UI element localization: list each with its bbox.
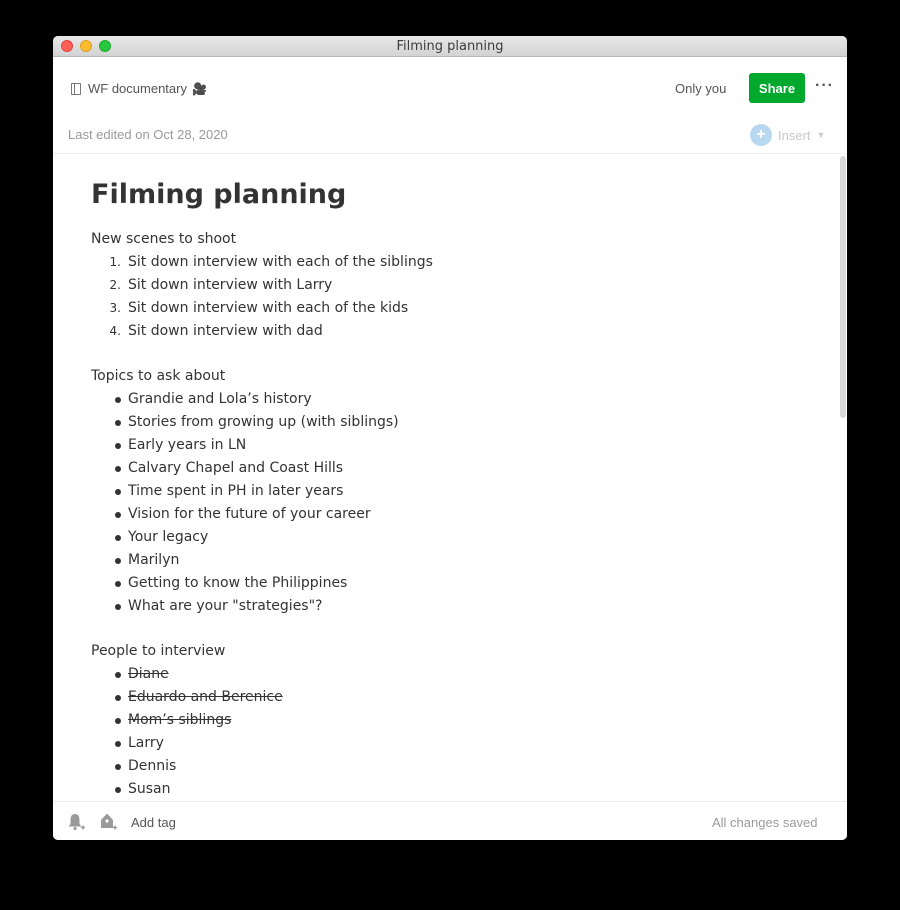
bulleted-list-item[interactable]: Calvary Chapel and Coast Hills	[91, 457, 791, 480]
bullet-icon	[115, 512, 121, 518]
close-window-button[interactable]	[61, 40, 73, 52]
list-item-text: Sit down interview with dad	[128, 323, 323, 339]
list-item-text-struck: Eduardo and Berenice	[128, 689, 283, 705]
minimize-window-button[interactable]	[80, 40, 92, 52]
list-item-text: Sit down interview with each of the kids	[128, 300, 409, 316]
bulleted-list-item[interactable]: Eduardo and Berenice	[91, 686, 791, 709]
numbered-list-item[interactable]: 1. Sit down interview with each of the si…	[91, 251, 791, 274]
reminder-bell-icon[interactable]	[66, 812, 86, 837]
note-body[interactable]: Filming planning New scenes to shoot 1. S…	[91, 178, 791, 800]
bullet-icon	[115, 466, 121, 472]
numbered-list-item[interactable]: 4. Sit down interview with dad	[91, 320, 791, 343]
list-number: 1.	[109, 255, 121, 269]
plus-icon: +	[750, 124, 772, 146]
bulleted-list-item[interactable]: Marilyn	[91, 549, 791, 572]
numbered-list-item[interactable]: 2. Sit down interview with Larry	[91, 274, 791, 297]
app-window: Filming planning WF documentary 🎥 Only y…	[53, 36, 847, 840]
zoom-window-button[interactable]	[99, 40, 111, 52]
bulleted-list-item[interactable]: Dennis	[91, 755, 791, 778]
list-number: 4.	[109, 324, 121, 338]
title-bar: Filming planning	[53, 36, 847, 57]
list-item-text: Sit down interview with each of the sibl…	[128, 254, 433, 270]
more-options-icon[interactable]: ···	[815, 77, 834, 95]
notebook-link[interactable]: WF documentary 🎥	[71, 81, 207, 96]
scrollbar[interactable]	[840, 156, 846, 418]
bullet-icon	[115, 787, 121, 793]
bullet-icon	[115, 672, 121, 678]
list-item-text: Your legacy	[128, 529, 209, 545]
insert-label: Insert	[778, 127, 811, 143]
bullet-icon	[115, 695, 121, 701]
list-item-text: Grandie and Lola’s history	[128, 391, 312, 407]
list-item-text: Susan	[128, 781, 171, 797]
bulleted-list-item[interactable]: Time spent in PH in later years	[91, 480, 791, 503]
bulleted-list-item[interactable]: Grandie and Lola’s history	[91, 388, 791, 411]
list-number: 3.	[109, 301, 121, 315]
bulleted-list-item[interactable]: Getting to know the Philippines	[91, 572, 791, 595]
section-heading[interactable]: People to interview	[91, 640, 791, 663]
sharing-status[interactable]: Only you	[675, 81, 726, 96]
list-item-text: Time spent in PH in later years	[128, 483, 344, 499]
note-title[interactable]: Filming planning	[91, 178, 791, 218]
note-editor[interactable]: Filming planning New scenes to shoot 1. S…	[53, 154, 847, 800]
note-footer: Add tag All changes saved	[53, 801, 847, 840]
bullet-icon	[115, 741, 121, 747]
bulleted-list-item[interactable]: Early years in LN	[91, 434, 791, 457]
window-controls	[61, 40, 111, 52]
notebook-name: WF documentary	[88, 81, 187, 96]
bullet-icon	[115, 581, 121, 587]
bulleted-list-item[interactable]: Vision for the future of your career	[91, 503, 791, 526]
bullet-icon	[115, 489, 121, 495]
numbered-list-item[interactable]: 3. Sit down interview with each of the ki…	[91, 297, 791, 320]
list-number: 2.	[109, 278, 121, 292]
bullet-icon	[115, 558, 121, 564]
list-item-text: Vision for the future of your career	[128, 506, 371, 522]
section-heading[interactable]: Topics to ask about	[91, 365, 791, 388]
chevron-down-icon: ▼	[816, 130, 826, 140]
bullet-icon	[115, 535, 121, 541]
bulleted-list-item[interactable]: Your legacy	[91, 526, 791, 549]
save-status: All changes saved	[712, 815, 818, 830]
bulleted-list-item[interactable]: Mom’s siblings	[91, 709, 791, 732]
add-shortcut-icon[interactable]	[98, 812, 118, 837]
bullet-icon	[115, 764, 121, 770]
list-item-text-struck: Mom’s siblings	[128, 712, 232, 728]
bullet-icon	[115, 397, 121, 403]
bulleted-list-item[interactable]: Susan	[91, 778, 791, 800]
list-item-text: Dennis	[128, 758, 177, 774]
bulleted-list-item[interactable]: Larry	[91, 732, 791, 755]
movie-camera-icon: 🎥	[191, 81, 207, 96]
note-header: WF documentary 🎥 Only you Share ···	[53, 57, 847, 119]
last-edited-text: Last edited on Oct 28, 2020	[68, 127, 228, 142]
list-item-text: Larry	[128, 735, 164, 751]
list-item-text: Getting to know the Philippines	[128, 575, 348, 591]
bulleted-list-item[interactable]: What are your "strategies"?	[91, 595, 791, 618]
list-item-text: Stories from growing up (with siblings)	[128, 414, 399, 430]
section-heading[interactable]: New scenes to shoot	[91, 228, 791, 251]
window-title: Filming planning	[396, 38, 504, 54]
bulleted-list-item[interactable]: Stories from growing up (with siblings)	[91, 411, 791, 434]
list-item-text: Calvary Chapel and Coast Hills	[128, 460, 344, 476]
bulleted-list-item[interactable]: Diane	[91, 663, 791, 686]
list-item-text: What are your "strategies"?	[128, 598, 323, 614]
notebook-icon	[71, 82, 81, 95]
insert-button[interactable]: + Insert ▼	[750, 124, 825, 146]
list-item-text: Sit down interview with Larry	[128, 277, 333, 293]
add-tag-button[interactable]: Add tag	[131, 815, 176, 830]
list-item-text: Early years in LN	[128, 437, 247, 453]
list-item-text: Marilyn	[128, 552, 180, 568]
note-meta-bar: Last edited on Oct 28, 2020 + Insert ▼	[53, 119, 847, 154]
list-item-text-struck: Diane	[128, 666, 169, 682]
share-button[interactable]: Share	[749, 73, 805, 103]
bullet-icon	[115, 420, 121, 426]
bullet-icon	[115, 718, 121, 724]
bullet-icon	[115, 604, 121, 610]
bullet-icon	[115, 443, 121, 449]
